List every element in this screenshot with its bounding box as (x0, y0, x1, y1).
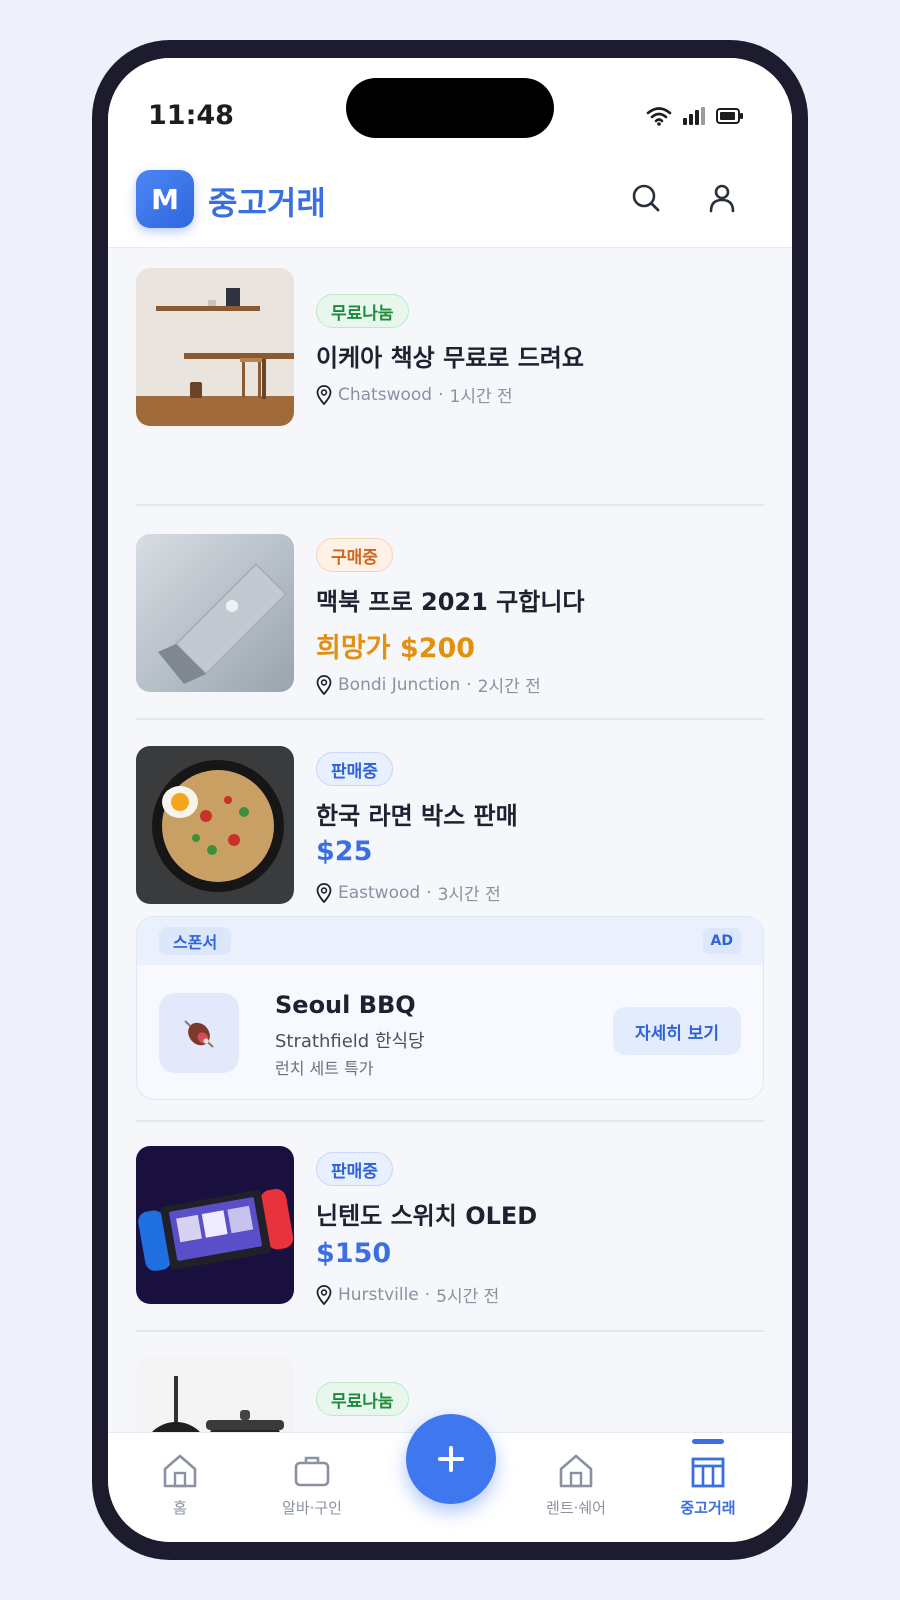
listing-thumbnail-ramen (136, 746, 294, 904)
status-badge: 판매중 (316, 1152, 393, 1186)
divider (136, 1120, 764, 1122)
listing-title[interactable]: 닌텐도 스위치 OLED (316, 1196, 537, 1231)
battery-icon (716, 108, 743, 124)
divider (136, 718, 764, 720)
dynamic-island (346, 78, 554, 138)
meta-separator: · (466, 674, 472, 695)
listing-price: 희망가 $200 (316, 633, 476, 664)
status-badge: 구매중 (316, 538, 393, 572)
listing-item[interactable]: 무료나눔 이케아 책상 무료로 드려요 Chatswood · 1시간 전 (136, 268, 764, 426)
wifi-icon (646, 107, 672, 126)
tab-home[interactable]: 홈 (120, 1433, 240, 1542)
tab-label: 알바·구인 (282, 1499, 342, 1517)
meta-separator: · (438, 384, 444, 405)
tab-rent-share[interactable]: 렌트·쉐어 (516, 1433, 636, 1542)
listing-title[interactable]: 이케아 책상 무료로 드려요 (316, 338, 584, 373)
ad-details-button[interactable]: 자세히 보기 (613, 1007, 741, 1055)
meta-separator: · (424, 1284, 431, 1305)
location-pin-icon (316, 882, 332, 903)
listing-item[interactable]: 판매중 한국 라면 박스 판매 $25 Eastwood · 3시간 전 (136, 746, 764, 905)
listing-location: Eastwood (338, 882, 421, 903)
house-icon (559, 1454, 593, 1488)
status-icons (646, 106, 744, 126)
ad-description: 런치 세트 특가 (275, 1059, 374, 1078)
listing-location: Hurstville (338, 1284, 419, 1305)
phone-frame: 11:48 M 중고거래 무료나눔 이케아 책상 무료로 드려요 Chatswo… (92, 40, 808, 1560)
listing-item[interactable]: 판매중 닌텐도 스위치 OLED $150 Hurstville · 5시간 전 (136, 1146, 764, 1307)
screen: 11:48 M 중고거래 무료나눔 이케아 책상 무료로 드려요 Chatswo… (108, 58, 792, 1542)
status-time: 11:48 (148, 100, 234, 131)
meta-separator: · (426, 882, 432, 903)
listing-feed[interactable]: 무료나눔 이케아 책상 무료로 드려요 Chatswood · 1시간 전 구매… (108, 248, 792, 1438)
status-badge: 무료나눔 (316, 294, 409, 328)
listing-time: 1시간 전 (449, 387, 513, 407)
ad-header-strip (137, 917, 763, 965)
tab-jobs[interactable]: 알바·구인 (252, 1433, 372, 1542)
signal-icon (683, 107, 705, 125)
location-pin-icon (316, 1284, 332, 1305)
listing-location: Chatswood (338, 384, 433, 405)
listing-title[interactable]: 한국 라면 박스 판매 (316, 796, 518, 831)
listing-meta: Eastwood · 3시간 전 (316, 880, 501, 905)
listing-thumbnail-desk (136, 268, 294, 426)
listing-time: 3시간 전 (437, 885, 501, 905)
sponsored-ad-card[interactable]: 스폰서 AD Seoul BBQ Strathfield 한식당 런치 세트 특… (136, 916, 764, 1100)
profile-button[interactable] (702, 178, 742, 218)
app-header: M 중고거래 (108, 150, 792, 248)
tab-label: 홈 (173, 1499, 187, 1517)
listing-location: Bondi Junction (338, 674, 461, 695)
plus-icon (438, 1446, 464, 1472)
search-button[interactable] (626, 178, 666, 218)
tab-marketplace[interactable]: 중고거래 (648, 1433, 768, 1542)
ad-business-name: Seoul BBQ (275, 991, 416, 1019)
page-title: 중고거래 (208, 184, 326, 222)
active-tab-indicator (692, 1439, 724, 1444)
divider (136, 1330, 764, 1332)
listing-thumbnail-kitchenware (136, 1356, 294, 1438)
add-listing-button[interactable] (406, 1414, 496, 1504)
divider (136, 504, 764, 506)
tab-label: 중고거래 (680, 1499, 736, 1517)
listing-time: 2시간 전 (477, 677, 541, 697)
home-icon (163, 1454, 197, 1488)
user-icon (709, 184, 735, 213)
ad-subtitle: Strathfield 한식당 (275, 1031, 425, 1052)
meat-skewer-icon (159, 993, 239, 1073)
listing-thumbnail-macbook (136, 534, 294, 692)
location-pin-icon (316, 384, 332, 405)
listing-title[interactable]: 맥북 프로 2021 구합니다 (316, 582, 585, 617)
listing-meta: Bondi Junction · 2시간 전 (316, 672, 541, 697)
ad-tag: AD (702, 928, 741, 954)
listing-time: 5시간 전 (436, 1287, 500, 1307)
location-pin-icon (316, 674, 332, 695)
listing-item[interactable]: 구매중 맥북 프로 2021 구합니다 희망가 $200 Bondi Junct… (136, 534, 764, 697)
listing-thumbnail-switch (136, 1146, 294, 1304)
briefcase-icon (294, 1456, 330, 1487)
listing-meta: Chatswood · 1시간 전 (316, 382, 513, 407)
search-icon (632, 184, 660, 212)
tab-label: 렌트·쉐어 (546, 1499, 606, 1517)
status-badge: 판매중 (316, 752, 393, 786)
market-icon (691, 1457, 725, 1488)
listing-price: $25 (316, 836, 373, 867)
listing-meta: Hurstville · 5시간 전 (316, 1282, 499, 1307)
status-bar: 11:48 (108, 58, 792, 150)
sponsor-label: 스폰서 (159, 927, 232, 955)
listing-price: $150 (316, 1238, 392, 1269)
status-badge: 무료나눔 (316, 1382, 409, 1416)
app-logo[interactable]: M (136, 170, 194, 228)
